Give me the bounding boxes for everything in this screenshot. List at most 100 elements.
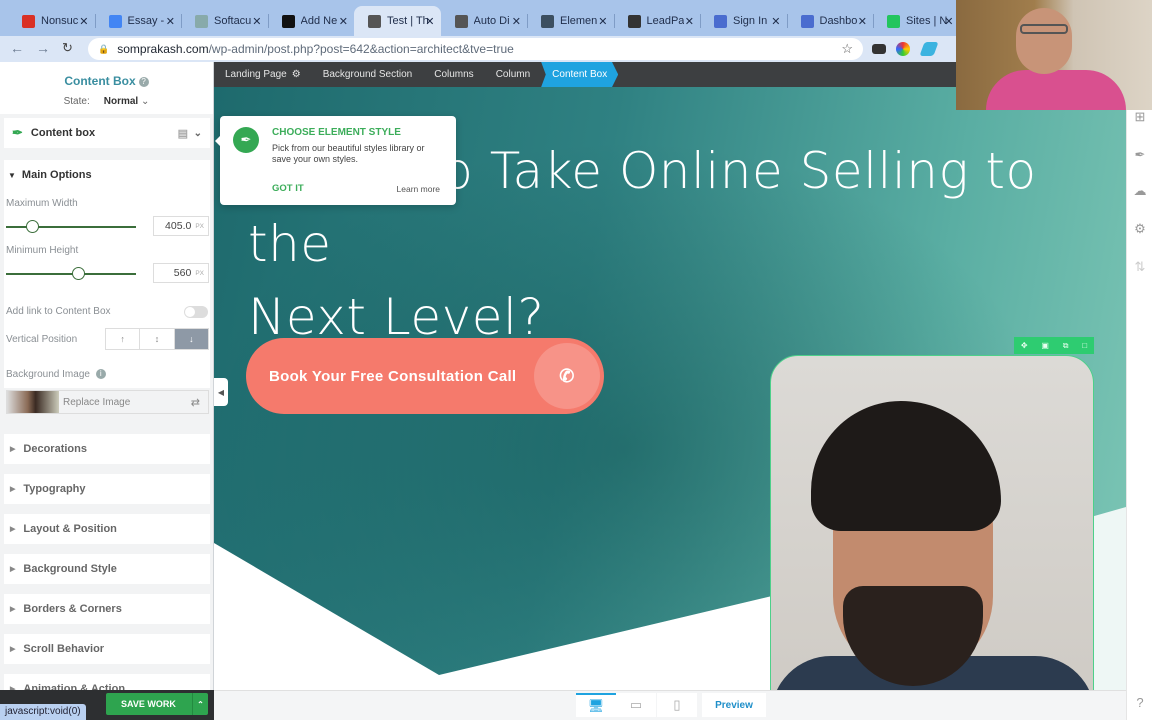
close-tab-icon[interactable]: ✕ — [858, 15, 867, 28]
min-height-label: Minimum Height — [6, 245, 79, 256]
cta-label: Book Your Free Consultation Call — [269, 367, 517, 385]
state-selector[interactable]: State: Normal ⌄ — [0, 96, 213, 107]
delete-icon[interactable]: □ — [1082, 341, 1087, 350]
state-label: State: — [63, 96, 90, 107]
book-consultation-button[interactable]: Book Your Free Consultation Call ✆ — [246, 338, 604, 414]
section-label: Decorations — [23, 443, 87, 455]
g-icon — [541, 14, 554, 28]
back-icon[interactable]: ← — [10, 40, 24, 56]
close-tab-icon[interactable]: ✕ — [425, 15, 434, 28]
close-tab-icon[interactable]: ✕ — [339, 15, 348, 28]
cloud-download-icon[interactable]: ☁ — [1131, 183, 1149, 199]
panel-section-borders-corners[interactable]: ▶ Borders & Corners — [4, 594, 210, 624]
browser-tab[interactable]: Sign In ✕ — [700, 6, 788, 36]
panel-section-scroll-behavior[interactable]: ▶ Scroll Behavior — [4, 634, 210, 664]
browser-tab[interactable]: Auto Di ✕ — [441, 6, 528, 36]
rocket-extension-icon[interactable] — [919, 42, 939, 56]
bookmark-star-icon[interactable]: ☆ — [841, 41, 853, 57]
min-height-input[interactable]: 560 PX — [153, 263, 209, 283]
sp-icon — [281, 14, 295, 28]
settings-gear-icon[interactable]: ⚙ — [1131, 221, 1149, 237]
browser-tab[interactable]: Add Ne ✕ — [268, 6, 355, 36]
url-field[interactable]: 🔒 somprakash.com/wp-admin/post.php?post=… — [88, 38, 863, 60]
element-style-row[interactable]: ✒ Content box ▤ ⌄ — [4, 118, 210, 148]
panel-section-layout-position[interactable]: ▶ Layout & Position — [4, 514, 210, 544]
swap-icon[interactable]: ⇄ — [191, 396, 200, 409]
browser-tab[interactable]: Sites | N ✕ — [873, 6, 961, 36]
duplicate-icon[interactable]: ⧉ — [1063, 341, 1069, 351]
save-options-chevron-icon[interactable]: ⌃ — [192, 693, 208, 715]
link-toggle[interactable] — [184, 306, 208, 318]
browser-tab[interactable]: Dashbo ✕ — [787, 6, 874, 36]
brush-icon[interactable]: ✒ — [1131, 147, 1149, 163]
page-settings-gear-icon[interactable]: ⚙ — [292, 69, 301, 80]
browser-tab[interactable]: Test | Th ✕ — [354, 6, 441, 36]
min-height-slider[interactable] — [6, 267, 136, 280]
panel-section-decorations[interactable]: ▶ Decorations — [4, 434, 210, 464]
move-icon[interactable]: ✥ — [1021, 341, 1028, 350]
caret-right-icon: ▶ — [10, 526, 16, 533]
close-tab-icon[interactable]: ✕ — [685, 15, 694, 28]
caret-right-icon: ▶ — [10, 646, 16, 653]
close-tab-icon[interactable]: ✕ — [512, 15, 521, 28]
tablet-view-button[interactable]: ▭ — [616, 693, 656, 717]
info-icon[interactable]: i — [95, 369, 106, 379]
add-element-icon[interactable]: ⊞ — [1131, 109, 1149, 125]
browser-tab[interactable]: Essay - ✕ — [95, 6, 182, 36]
extension-icon[interactable] — [872, 44, 886, 54]
selected-content-box[interactable] — [770, 355, 1094, 690]
desktop-view-button[interactable]: 🖥 — [576, 693, 616, 717]
save-template-icon[interactable]: ▣ — [1041, 341, 1049, 350]
preview-button[interactable]: Preview — [702, 693, 766, 717]
tooltip-description: Pick from our beautiful styles library o… — [272, 143, 425, 164]
got-it-button[interactable]: GOT IT — [272, 183, 304, 194]
mobile-view-button[interactable]: ▯ — [657, 693, 697, 717]
element-settings-panel: Content Box? State: Normal ⌄ ✒ Content bo… — [0, 62, 214, 704]
close-tab-icon[interactable]: ✕ — [598, 15, 607, 28]
max-width-unit[interactable]: PX — [195, 223, 204, 230]
docs-icon — [108, 14, 122, 28]
close-tab-icon[interactable]: ✕ — [252, 15, 261, 28]
breadcrumb-item[interactable]: Content Box — [541, 62, 619, 87]
align-bottom-button[interactable]: ↓ — [174, 329, 208, 349]
panel-section-typography[interactable]: ▶ Typography — [4, 474, 210, 504]
help-icon[interactable]: ? — [138, 77, 149, 87]
color-extension-icon[interactable] — [896, 42, 910, 56]
style-library-icon[interactable]: ▤ — [178, 127, 188, 140]
reload-icon[interactable]: ↻ — [62, 40, 73, 56]
max-width-slider-handle[interactable] — [26, 220, 39, 233]
learn-more-link[interactable]: Learn more — [397, 184, 440, 194]
main-options-header[interactable]: ▼ Main Options — [4, 160, 210, 190]
breadcrumb-item[interactable]: Landing Page ⚙ — [214, 62, 312, 87]
min-height-unit[interactable]: PX — [195, 270, 204, 277]
browser-tab[interactable]: Nonsuc ✕ — [8, 6, 96, 36]
close-tab-icon[interactable]: ✕ — [944, 15, 953, 28]
main-options-section: ▼ Main Options Maximum Width 405.0 PX Mini… — [4, 160, 210, 388]
max-width-slider[interactable] — [6, 220, 136, 233]
close-tab-icon[interactable]: ✕ — [79, 15, 88, 28]
browser-tab[interactable]: Softacu ✕ — [181, 6, 269, 36]
replace-image-label[interactable]: Replace Image — [63, 397, 130, 408]
section-label: Typography — [23, 483, 86, 495]
collapse-panel-handle[interactable]: ◀ — [214, 378, 228, 406]
browser-tab[interactable]: LeadPa ✕ — [614, 6, 701, 36]
chevron-down-icon[interactable]: ⌄ — [194, 128, 202, 139]
close-tab-icon[interactable]: ✕ — [771, 15, 780, 28]
responsive-icon[interactable]: ⇅ — [1131, 259, 1149, 275]
max-width-input[interactable]: 405.0 PX — [153, 216, 209, 236]
close-tab-icon[interactable]: ✕ — [166, 15, 175, 28]
save-work-button[interactable]: SAVE WORK ⌃ — [106, 693, 208, 715]
breadcrumb-item[interactable]: Column — [485, 62, 541, 87]
breadcrumb-label: Background Section — [322, 69, 413, 80]
min-height-slider-handle[interactable] — [71, 267, 85, 280]
align-middle-button[interactable]: ↕ — [140, 329, 175, 349]
forward-icon[interactable]: → — [36, 40, 50, 56]
breadcrumb-item[interactable]: Columns — [423, 62, 484, 87]
help-icon[interactable]: ? — [1131, 695, 1149, 710]
photo-hair — [811, 401, 1001, 531]
browser-tab[interactable]: Elemen ✕ — [527, 6, 615, 36]
breadcrumb-item[interactable]: Background Section — [312, 62, 424, 87]
panel-section-background-style[interactable]: ▶ Background Style — [4, 554, 210, 584]
background-image-picker[interactable]: Replace Image ⇄ — [6, 390, 209, 414]
align-top-button[interactable]: ↑ — [106, 329, 141, 349]
